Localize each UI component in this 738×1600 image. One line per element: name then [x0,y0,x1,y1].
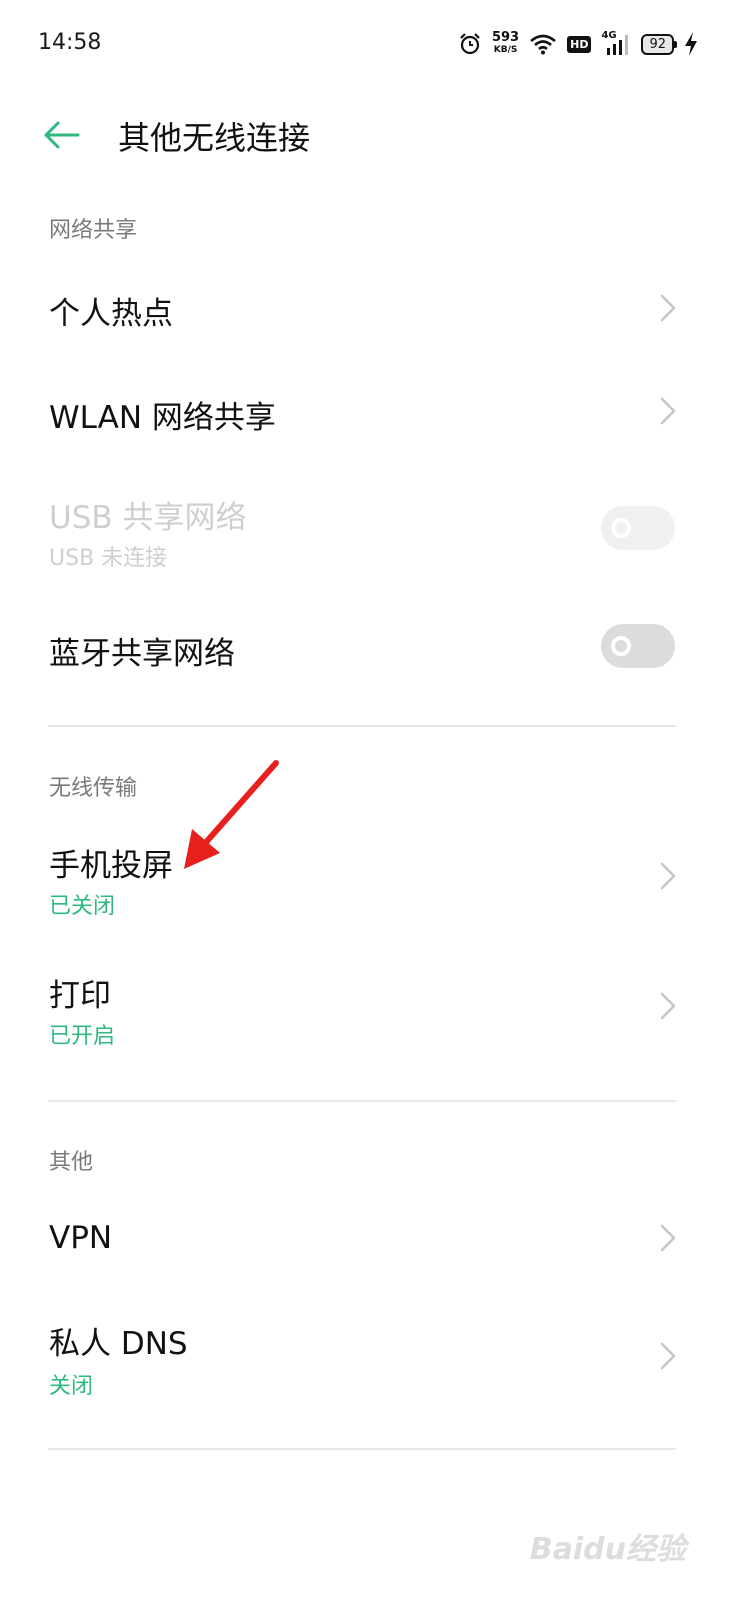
chevron-right-icon [660,1342,676,1370]
battery-indicator: 92 [641,33,677,55]
annotation-arrow-icon [184,760,279,869]
chevron-right-icon [660,294,676,322]
private-dns-status: 关闭 [49,1374,94,1399]
list-item-hotspot[interactable]: 个人热点 [0,258,738,358]
chevron-right-icon [660,862,676,890]
network-speed: 593 KB/S [491,30,520,55]
wlan-share-label: WLAN 网络共享 [49,400,276,436]
usb-share-toggle [601,506,675,550]
screencast-label: 手机投屏 [49,848,173,884]
usb-share-status: USB 未连接 [49,546,168,571]
bt-share-toggle[interactable] [601,624,675,668]
section-divider [48,725,676,727]
vpn-label: VPN [49,1220,113,1256]
section-header-sharing: 网络共享 [49,218,138,243]
bt-share-label: 蓝牙共享网络 [49,636,235,672]
chevron-right-icon [660,397,676,425]
chevron-right-icon [660,1224,676,1252]
back-button[interactable] [38,112,84,158]
watermark: Baidu经验 [529,1532,686,1567]
status-icons: 593 KB/S HD 4G 92 [458,28,698,60]
screencast-status: 已关闭 [49,894,116,919]
status-time: 14:58 [38,30,102,55]
list-item-usb-share: USB 共享网络 USB 未连接 [0,472,738,588]
private-dns-label: 私人 DNS [49,1326,188,1362]
cellular-signal-icon: 4G [601,30,631,56]
chevron-right-icon [660,992,676,1020]
page-title: 其他无线连接 [118,119,311,157]
toggle-knob [611,518,631,538]
hd-badge: HD [567,35,592,53]
list-item-screencast[interactable]: 手机投屏 已关闭 [0,820,738,936]
list-item-bt-share[interactable]: 蓝牙共享网络 [0,598,738,698]
section-divider [48,1448,676,1450]
list-item-private-dns[interactable]: 私人 DNS 关闭 [0,1300,738,1416]
print-label: 打印 [49,978,111,1014]
section-header-other: 其他 [49,1150,94,1175]
alarm-icon [460,33,480,55]
list-item-vpn[interactable]: VPN [0,1190,738,1290]
back-arrow-icon [44,121,80,149]
toggle-knob [611,636,631,656]
section-divider [48,1100,676,1102]
print-status: 已开启 [49,1024,116,1049]
list-item-wlan-share[interactable]: WLAN 网络共享 [0,360,738,460]
section-header-wireless: 无线传输 [49,776,138,801]
hotspot-label: 个人热点 [49,296,173,332]
wifi-icon [530,34,556,55]
charging-bolt-icon [685,32,697,56]
usb-share-label: USB 共享网络 [49,500,247,536]
list-item-print[interactable]: 打印 已开启 [0,950,738,1066]
